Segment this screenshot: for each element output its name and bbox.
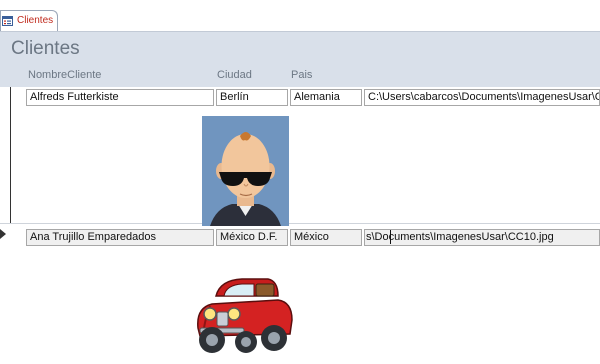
text-cursor [390, 230, 391, 244]
triangle-right-icon [0, 229, 6, 239]
tab-clientes[interactable]: Clientes [0, 10, 58, 31]
client-photo-avatar [202, 116, 289, 226]
record-selector-current[interactable] [0, 224, 10, 364]
nombrecliente-field[interactable]: Alfreds Futterkiste [26, 89, 214, 106]
tab-label: Clientes [17, 15, 54, 26]
image-path-field[interactable]: s\Documents\ImagenesUsar\CC10.jpg [364, 229, 600, 246]
client-photo-car [190, 256, 300, 364]
column-header-pais: Pais [291, 69, 313, 81]
pais-field[interactable]: Alemania [290, 89, 362, 106]
form-icon [2, 16, 13, 26]
image-path-field[interactable]: C:\Users\cabarcos\Documents\ImagenesUsar… [364, 89, 600, 106]
ciudad-field[interactable]: Berlín [216, 89, 288, 106]
bald-man-sunglasses-image [202, 116, 289, 226]
document-tab-strip: Clientes [0, 0, 600, 31]
column-header-nombrecliente: NombreCliente [28, 69, 102, 81]
record-separator [0, 223, 600, 224]
column-header-ciudad: Ciudad [217, 69, 252, 81]
pais-field[interactable]: México [290, 229, 362, 246]
record-selector[interactable] [0, 87, 11, 224]
red-cartoon-car-image [190, 256, 300, 364]
form-header: Clientes NombreCliente Ciudad Pais [0, 31, 600, 88]
ciudad-field[interactable]: México D.F. [216, 229, 288, 246]
form-title: Clientes [11, 38, 80, 59]
nombrecliente-field[interactable]: Ana Trujillo Emparedados [26, 229, 214, 246]
form-detail [0, 87, 600, 364]
